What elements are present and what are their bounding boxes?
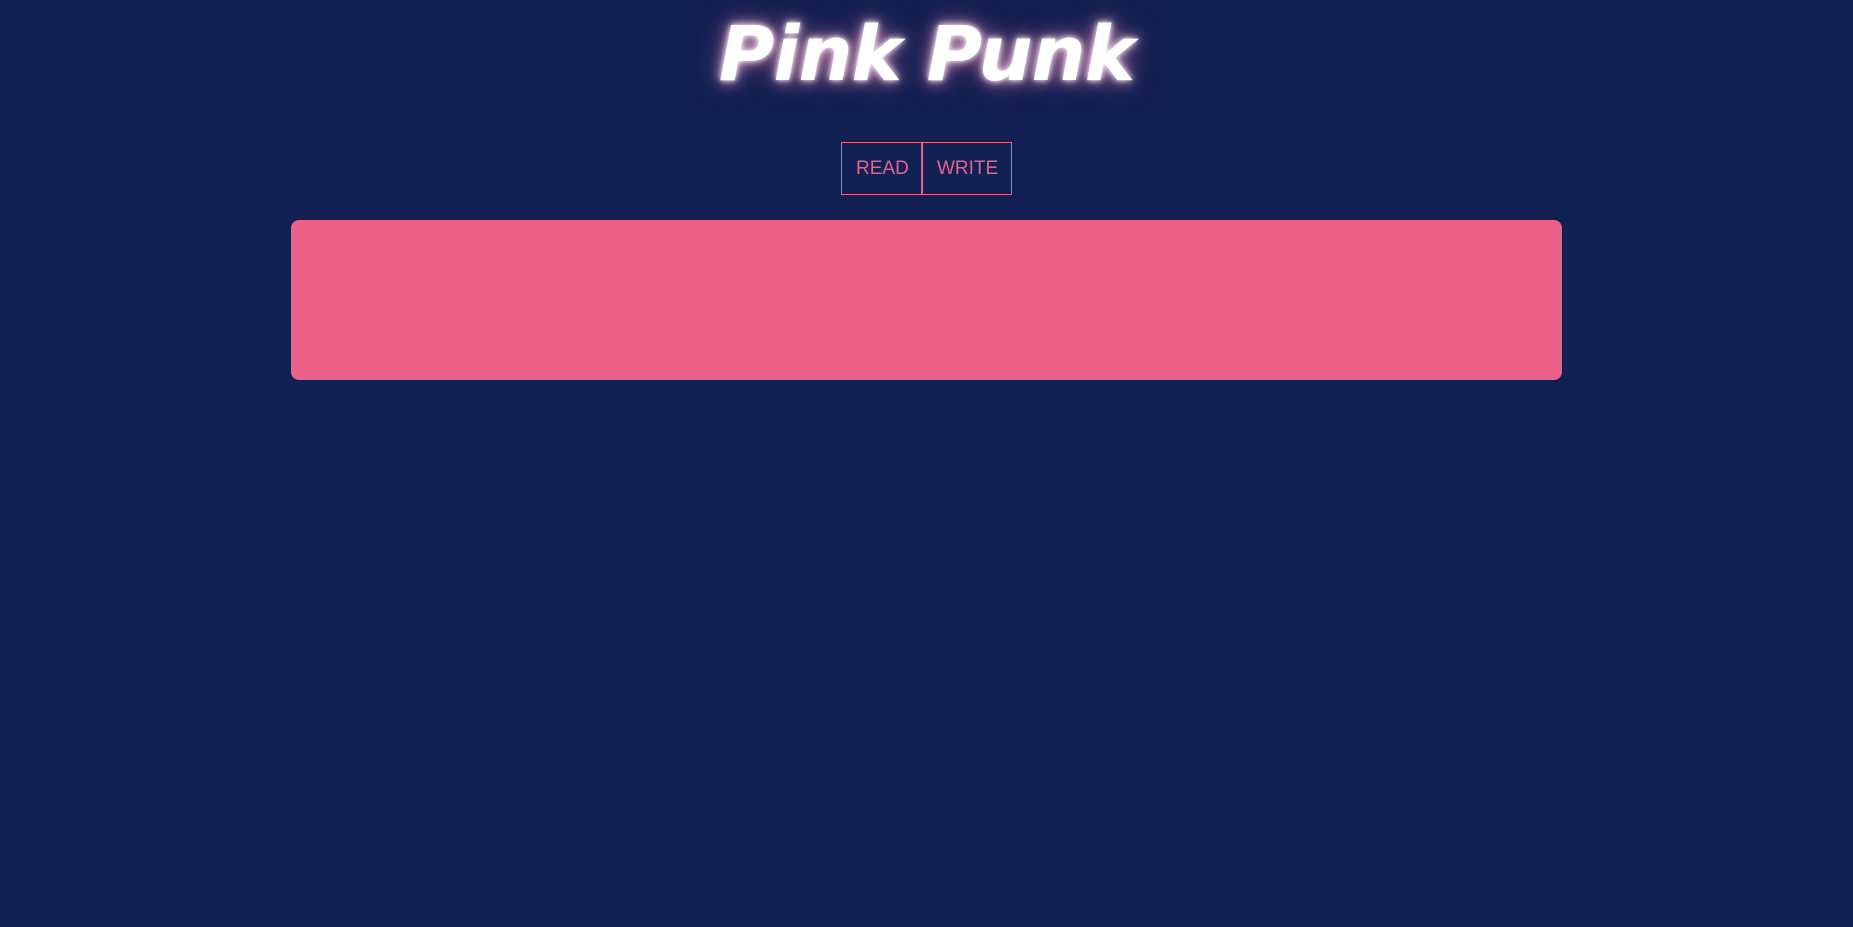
nav-bar: READ WRITE xyxy=(841,142,1012,195)
read-button[interactable]: READ xyxy=(841,142,922,195)
page: Pink Punk READ WRITE xyxy=(0,0,1853,927)
site-title: Pink Punk xyxy=(718,9,1136,98)
write-button[interactable]: WRITE xyxy=(922,142,1012,195)
content-panel xyxy=(291,220,1562,380)
